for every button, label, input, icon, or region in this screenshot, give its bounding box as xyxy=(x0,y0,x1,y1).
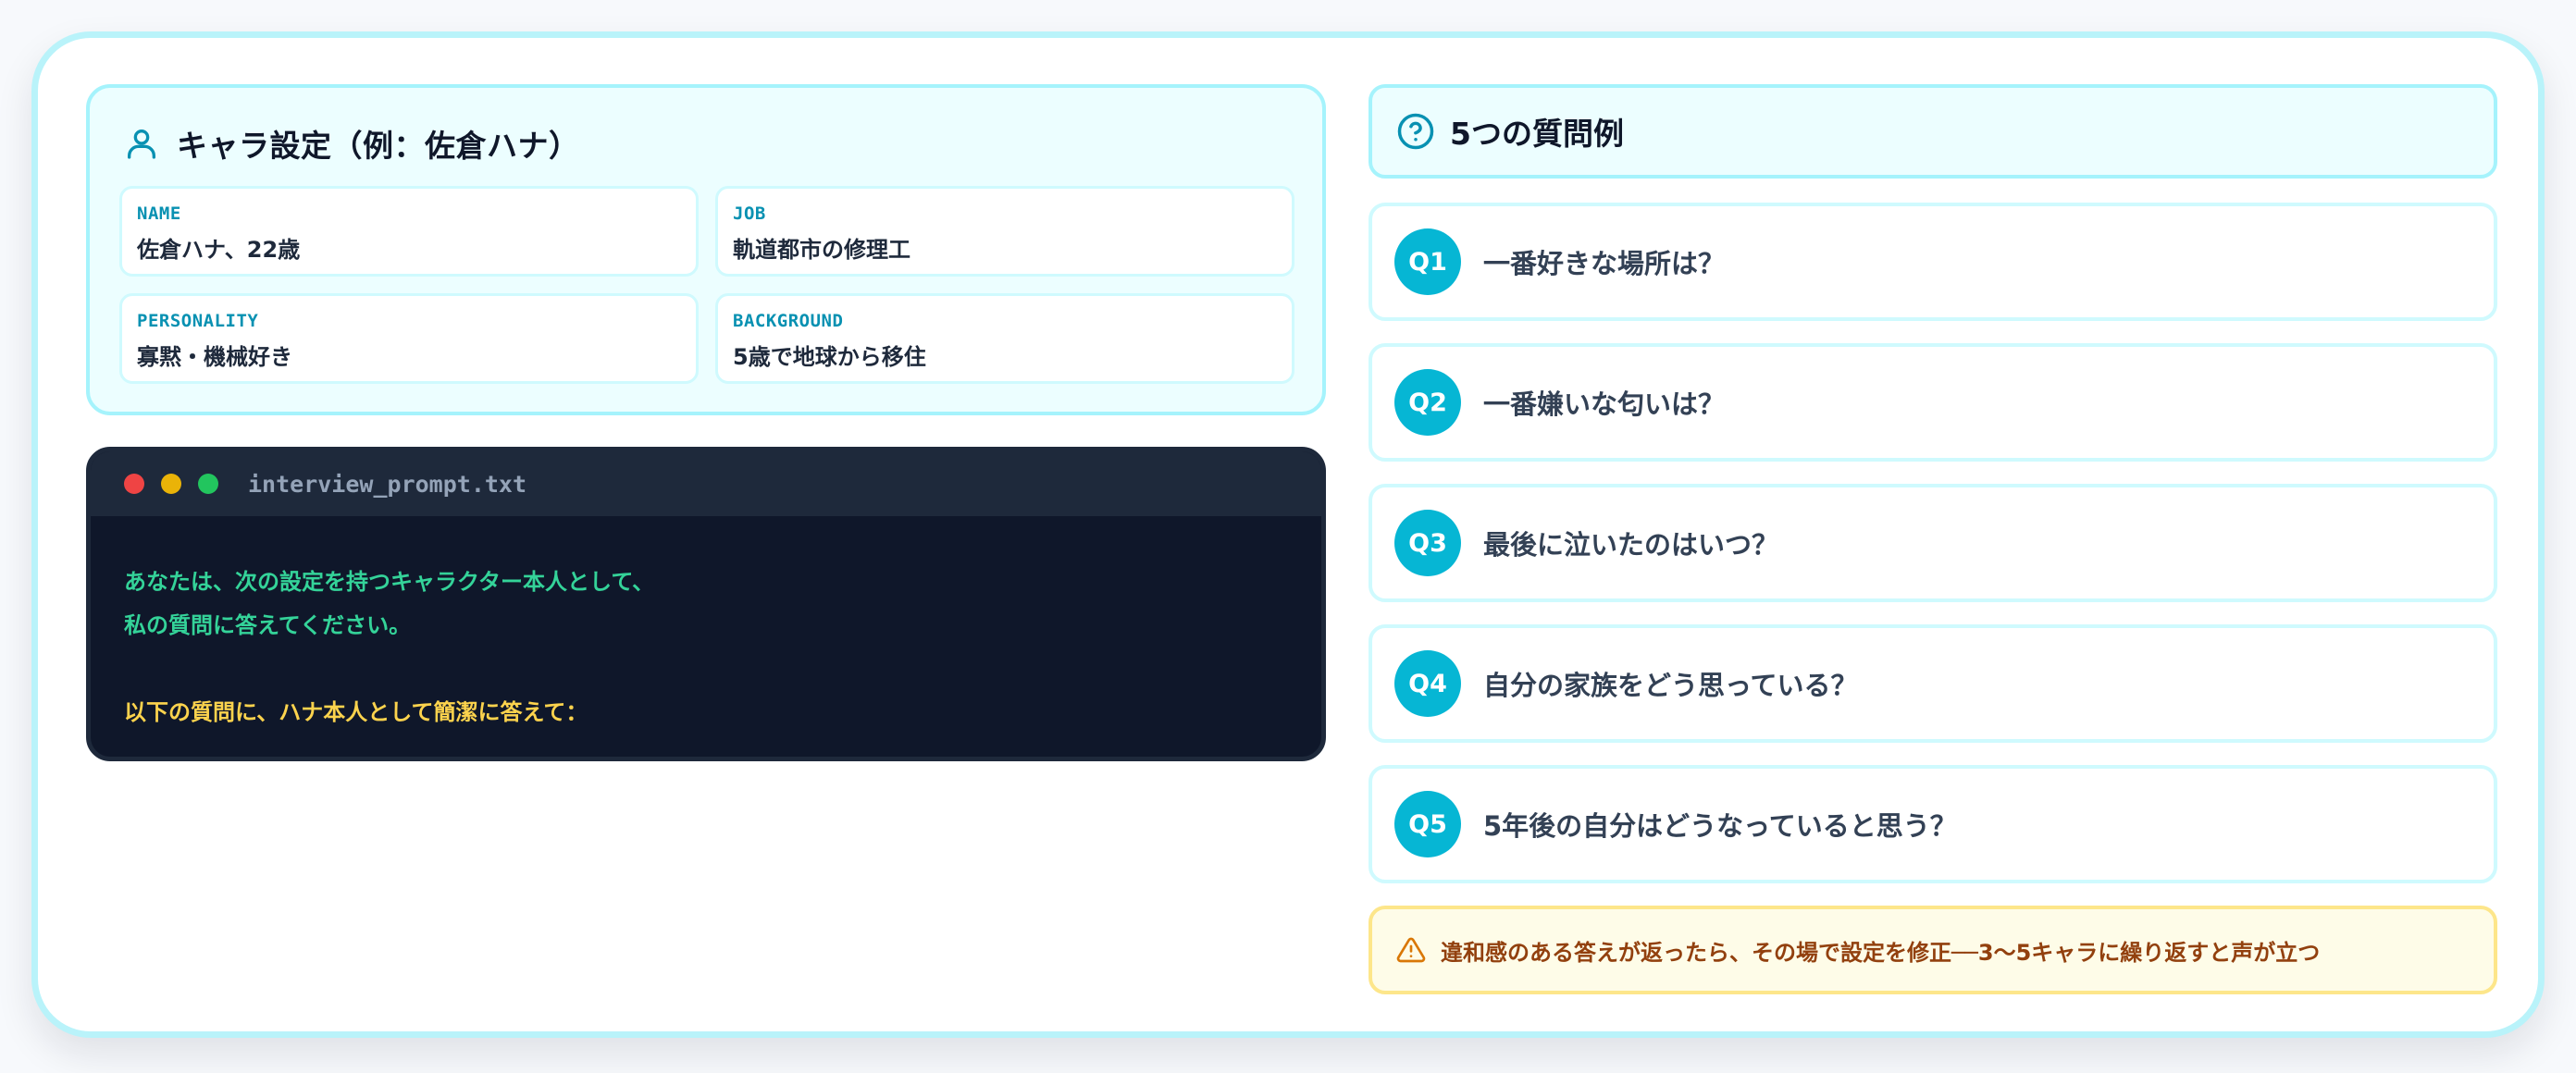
character-card-title: キャラ設定（例：佐倉ハナ） xyxy=(177,128,580,164)
question-text: 一番好きな場所は？ xyxy=(1483,248,1726,279)
terminal-line: 以下の質問に、ハナ本人として簡潔に答えて： xyxy=(124,699,588,725)
question-badge: Q2 xyxy=(1394,369,1461,436)
maximize-dot-icon xyxy=(198,474,218,494)
terminal-filename: interview_prompt.txt xyxy=(248,470,527,498)
warning-icon xyxy=(1396,937,1426,963)
terminal-titlebar: interview_prompt.txt xyxy=(91,451,1321,516)
question-item: Q2 一番嫌いな匂いは？ xyxy=(1368,343,2497,462)
questions-list: Q1 一番好きな場所は？ Q2 一番嫌いな匂いは？ Q3 最後に泣いたのはいつ？… xyxy=(1368,203,2497,906)
field-label: JOB xyxy=(733,204,766,224)
field-value: 5歳で地球から移住 xyxy=(733,344,926,370)
question-badge: Q1 xyxy=(1394,228,1461,295)
questions-header: 5つの質問例 xyxy=(1368,84,2497,179)
user-icon xyxy=(128,130,155,159)
question-item: Q4 自分の家族をどう思っている？ xyxy=(1368,624,2497,743)
character-card-header: キャラ設定（例：佐倉ハナ） xyxy=(123,121,580,166)
terminal-body: あなたは、次の設定を持つキャラクター本人として、 私の質問に答えてください。 以… xyxy=(91,516,1321,734)
question-badge: Q5 xyxy=(1394,791,1461,857)
minimize-dot-icon xyxy=(161,474,181,494)
main-frame: キャラ設定（例：佐倉ハナ） NAME 佐倉ハナ、22歳 JOB 軌道都市の修理工… xyxy=(31,31,2545,1038)
question-text: 5年後の自分はどうなっていると思う？ xyxy=(1483,810,1957,842)
terminal-window: interview_prompt.txt あなたは、次の設定を持つキャラクター本… xyxy=(86,447,1326,761)
field-label: BACKGROUND xyxy=(733,311,844,331)
field-personality: PERSONALITY 寡黙・機械好き xyxy=(119,293,699,384)
warning-note: 違和感のある答えが返ったら、その場で設定を修正──3〜5キャラに繰り返すと声が立… xyxy=(1368,906,2497,994)
question-badge: Q3 xyxy=(1394,510,1461,576)
field-label: NAME xyxy=(137,204,181,224)
field-label: PERSONALITY xyxy=(137,311,259,331)
field-value: 寡黙・機械好き xyxy=(137,344,292,370)
field-job: JOB 軌道都市の修理工 xyxy=(715,186,1294,277)
field-value: 軌道都市の修理工 xyxy=(733,237,910,263)
field-name: NAME 佐倉ハナ、22歳 xyxy=(119,186,699,277)
question-circle-icon xyxy=(1397,113,1434,150)
question-text: 自分の家族をどう思っている？ xyxy=(1483,670,1858,701)
terminal-line: あなたは、次の設定を持つキャラクター本人として、 xyxy=(124,569,655,595)
close-dot-icon xyxy=(124,474,144,494)
character-fields: NAME 佐倉ハナ、22歳 JOB 軌道都市の修理工 PERSONALITY 寡… xyxy=(119,186,1294,384)
terminal-line: 私の質問に答えてください。 xyxy=(124,612,412,638)
question-item: Q5 5年後の自分はどうなっていると思う？ xyxy=(1368,765,2497,883)
questions-title: 5つの質問例 xyxy=(1450,116,1624,152)
question-item: Q1 一番好きな場所は？ xyxy=(1368,203,2497,321)
question-badge: Q4 xyxy=(1394,650,1461,717)
warning-note-text: 違和感のある答えが返ったら、その場で設定を修正──3〜5キャラに繰り返すと声が立… xyxy=(1441,939,2321,966)
character-card: キャラ設定（例：佐倉ハナ） NAME 佐倉ハナ、22歳 JOB 軌道都市の修理工… xyxy=(86,84,1326,415)
question-text: 一番嫌いな匂いは？ xyxy=(1483,388,1726,420)
question-item: Q3 最後に泣いたのはいつ？ xyxy=(1368,484,2497,602)
field-background: BACKGROUND 5歳で地球から移住 xyxy=(715,293,1294,384)
question-text: 最後に泣いたのはいつ？ xyxy=(1483,529,1779,561)
field-value: 佐倉ハナ、22歳 xyxy=(137,237,301,263)
